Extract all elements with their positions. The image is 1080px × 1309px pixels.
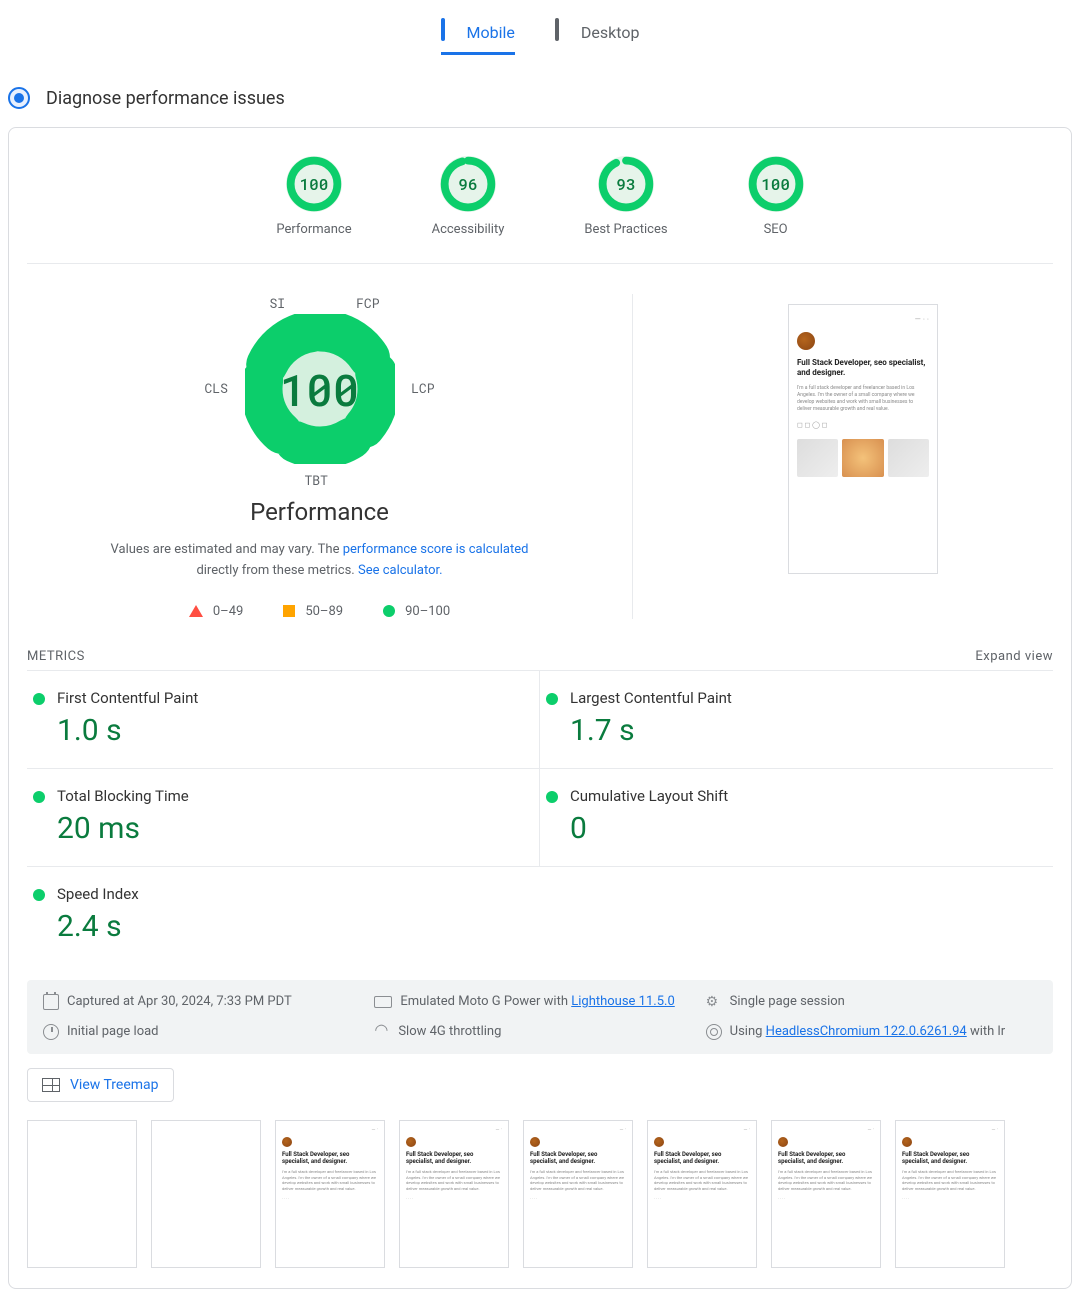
- tab-desktop-label: Desktop: [581, 23, 640, 42]
- chromium-version-link[interactable]: HeadlessChromium 122.0.6261.94: [766, 1024, 967, 1039]
- lighthouse-version-link[interactable]: Lighthouse 11.5.0: [571, 994, 675, 1009]
- wifi-icon: [374, 1024, 390, 1040]
- meta-load: Initial page load: [43, 1024, 374, 1040]
- meta-throttle: Slow 4G throttling: [374, 1024, 705, 1040]
- diagnose-radio[interactable]: [8, 87, 30, 109]
- tab-mobile[interactable]: Mobile: [441, 20, 515, 55]
- performance-gauge: SI FCP LCP TBT CLS 100: [210, 294, 430, 494]
- score-calc-link[interactable]: performance score is calculated: [343, 542, 529, 557]
- filmstrip: — ·Full Stack Developer, seo specialist,…: [27, 1120, 1053, 1268]
- chrome-icon: [706, 1024, 722, 1040]
- view-treemap-button[interactable]: View Treemap: [27, 1068, 174, 1102]
- pass-icon: [33, 889, 45, 901]
- average-icon: [283, 605, 295, 617]
- score-best-practices[interactable]: 93 Best Practices: [584, 156, 667, 237]
- diagnose-label: Diagnose performance issues: [46, 88, 285, 109]
- tab-mobile-label: Mobile: [467, 23, 515, 42]
- meta-browser: Using HeadlessChromium 122.0.6261.94 wit…: [706, 1024, 1037, 1040]
- filmstrip-frame[interactable]: — ·Full Stack Developer, seo specialist,…: [895, 1120, 1005, 1268]
- desktop-icon: [555, 18, 559, 41]
- see-calculator-link[interactable]: See calculator.: [358, 563, 443, 578]
- meta-device: Emulated Moto G Power with Lighthouse 11…: [374, 994, 705, 1010]
- metric-cls[interactable]: Cumulative Layout Shift 0: [540, 769, 1053, 867]
- performance-note: Values are estimated and may vary. The p…: [100, 540, 540, 582]
- gear-icon: [706, 994, 722, 1010]
- page-screenshot-thumbnail: — · · Full Stack Developer, seo speciali…: [788, 304, 938, 574]
- score-performance[interactable]: 100 Performance: [276, 156, 351, 237]
- score-row: 100 Performance 96 Accessibility 93 Best…: [27, 148, 1053, 264]
- metric-lcp[interactable]: Largest Contentful Paint 1.7 s: [540, 671, 1053, 769]
- meta-session: Single page session: [706, 994, 1037, 1010]
- filmstrip-frame[interactable]: [151, 1120, 261, 1268]
- score-seo[interactable]: 100 SEO: [748, 156, 804, 237]
- metric-tbt[interactable]: Total Blocking Time 20 ms: [27, 769, 540, 867]
- filmstrip-frame[interactable]: — ·Full Stack Developer, seo specialist,…: [647, 1120, 757, 1268]
- performance-score: 100: [245, 314, 395, 464]
- treemap-icon: [42, 1078, 60, 1092]
- metrics-title: METRICS: [27, 649, 85, 664]
- performance-title: Performance: [250, 498, 389, 526]
- metrics-grid: First Contentful Paint 1.0 s Largest Con…: [27, 670, 1053, 964]
- mobile-icon: [441, 18, 445, 41]
- expand-view-toggle[interactable]: Expand view: [975, 649, 1053, 664]
- score-accessibility[interactable]: 96 Accessibility: [432, 156, 505, 237]
- pass-icon: [546, 693, 558, 705]
- device-icon: [374, 996, 392, 1008]
- filmstrip-frame[interactable]: [27, 1120, 137, 1268]
- run-metadata: Captured at Apr 30, 2024, 7:33 PM PDT Em…: [27, 980, 1053, 1054]
- clock-icon: [43, 1024, 59, 1040]
- filmstrip-frame[interactable]: — ·Full Stack Developer, seo specialist,…: [523, 1120, 633, 1268]
- diagnose-row: Diagnose performance issues: [0, 69, 1080, 127]
- score-scale: 0–49 50–89 90–100: [189, 604, 450, 619]
- filmstrip-frame[interactable]: — ·Full Stack Developer, seo specialist,…: [771, 1120, 881, 1268]
- metric-fcp[interactable]: First Contentful Paint 1.0 s: [27, 671, 540, 769]
- pass-icon: [33, 693, 45, 705]
- pass-icon: [33, 791, 45, 803]
- pass-icon: [383, 605, 395, 617]
- filmstrip-frame[interactable]: — ·Full Stack Developer, seo specialist,…: [399, 1120, 509, 1268]
- calendar-icon: [43, 994, 59, 1010]
- pass-icon: [546, 791, 558, 803]
- hero-section: SI FCP LCP TBT CLS 100 Performance Value…: [27, 264, 1053, 639]
- meta-captured: Captured at Apr 30, 2024, 7:33 PM PDT: [43, 994, 374, 1010]
- fail-icon: [189, 605, 203, 617]
- filmstrip-frame[interactable]: — ·Full Stack Developer, seo specialist,…: [275, 1120, 385, 1268]
- tab-desktop[interactable]: Desktop: [555, 20, 640, 55]
- device-tabs: Mobile Desktop: [0, 0, 1080, 69]
- metrics-header: METRICS Expand view: [27, 639, 1053, 670]
- metric-si[interactable]: Speed Index 2.4 s: [27, 867, 540, 964]
- report-card: 100 Performance 96 Accessibility 93 Best…: [8, 127, 1072, 1289]
